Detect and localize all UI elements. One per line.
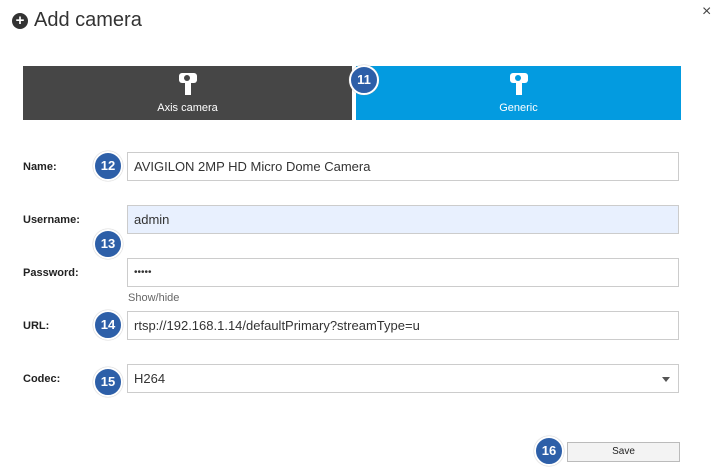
tab-label: Axis camera [157,102,218,114]
name-label: Name: [23,161,57,173]
close-icon[interactable]: × [702,3,711,21]
save-button[interactable]: Save [567,442,680,462]
callout-badge: 15 [93,367,123,397]
callout-badge: 11 [349,65,379,95]
dialog-title-text: Add camera [34,9,142,31]
callout-badge: 16 [534,436,564,466]
camera-icon [178,73,197,95]
username-input[interactable]: admin [127,205,679,234]
add-circle-icon: + [12,12,28,29]
password-label: Password: [23,267,79,279]
tab-axis-camera[interactable]: Axis camera [23,66,352,120]
callout-badge: 12 [93,151,123,181]
dialog-title: + Add camera [12,9,142,32]
name-input[interactable]: AVIGILON 2MP HD Micro Dome Camera [127,152,679,181]
show-hide-password-link[interactable]: Show/hide [128,292,179,304]
callout-badge: 13 [93,229,123,259]
url-input[interactable]: rtsp://192.168.1.14/defaultPrimary?strea… [127,311,679,340]
codec-select[interactable]: H264 [127,364,679,393]
password-input[interactable]: ••••• [127,258,679,287]
codec-value: H264 [134,371,166,386]
callout-badge: 14 [93,310,123,340]
tab-label: Generic [499,102,538,114]
tab-generic[interactable]: Generic [356,66,681,120]
codec-label: Codec: [23,373,61,385]
url-label: URL: [23,320,50,332]
chevron-down-icon [662,377,670,382]
camera-icon [509,73,528,95]
username-label: Username: [23,214,80,226]
